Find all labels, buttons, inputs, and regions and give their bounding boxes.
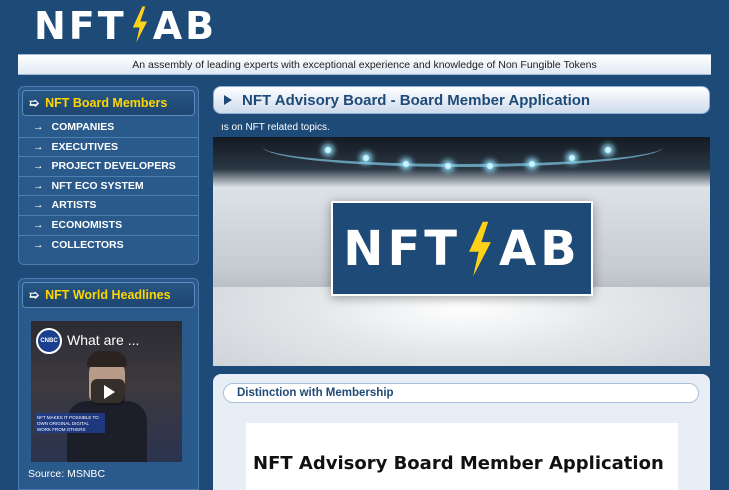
sidebar-item-label: NFT ECO SYSTEM: [51, 179, 144, 192]
arrow-right-icon: →: [33, 199, 44, 212]
play-icon[interactable]: [91, 379, 125, 405]
arrow-right-icon: →: [33, 179, 44, 192]
sidebar-item-project-developers[interactable]: → PROJECT DEVELOPERS: [19, 157, 198, 177]
banner-image: NFT AB: [213, 137, 710, 366]
sidebar-item-label: COMPANIES: [51, 121, 115, 133]
banner-logo-panel: NFT AB: [331, 201, 593, 296]
board-members-heading-text: NFT Board Members: [45, 96, 168, 110]
headlines-heading: ➯ NFT World Headlines: [22, 282, 195, 308]
arrow-right-icon: →: [33, 160, 44, 173]
lightning-bolt-icon: [469, 221, 491, 276]
sidebar-item-economists[interactable]: → ECONOMISTS: [19, 216, 198, 236]
stage-light: [403, 161, 409, 167]
board-members-panel: ➯ NFT Board Members → COMPANIES → EXECUTIVE…: [18, 86, 199, 265]
video-caption: NFT MAKES IT POSSIBLE TO OWN ORIGINAL DI…: [35, 413, 105, 433]
logo-text-right: AB: [152, 4, 218, 48]
logo-text-left: NFT: [34, 4, 127, 48]
sidebar-item-companies[interactable]: → COMPANIES: [19, 118, 198, 138]
headlines-panel: ➯ NFT World Headlines NFT MAKES IT POSSIB…: [18, 278, 199, 490]
tagline-bar: An assembly of leading experts with exce…: [18, 54, 711, 75]
video-source: Source: MSNBC: [28, 468, 106, 480]
sidebar-item-label: ARTISTS: [51, 199, 97, 212]
scrolling-marquee-text: ıs on NFT related topics.: [221, 122, 330, 133]
board-members-heading: ➯ NFT Board Members: [22, 90, 195, 116]
site-logo[interactable]: NFT AB: [34, 4, 217, 48]
headlines-heading-text: NFT World Headlines: [45, 288, 171, 302]
arrow-right-icon: →: [33, 121, 44, 133]
page-title-bar: NFT Advisory Board - Board Member Applic…: [213, 86, 710, 114]
stage-light: [325, 147, 331, 153]
stage-floor: [213, 287, 710, 366]
banner-logo: NFT AB: [333, 203, 591, 294]
banner-logo-text-right: AB: [498, 220, 581, 277]
sidebar-item-label: COLLECTORS: [51, 238, 124, 251]
tagline-text: An assembly of leading experts with exce…: [132, 59, 597, 71]
stage-light: [529, 161, 535, 167]
stage-light: [445, 163, 451, 169]
content-area: Distinction with Membership NFT Advisory…: [213, 374, 710, 490]
news-video-player[interactable]: NFT MAKES IT POSSIBLE TO OWN ORIGINAL DI…: [31, 321, 182, 462]
stage-light: [363, 155, 369, 161]
sidebar-item-collectors[interactable]: → COLLECTORS: [19, 236, 198, 256]
arrow-right-icon: →: [33, 238, 44, 251]
stage-light: [605, 147, 611, 153]
sidebar-item-artists[interactable]: → ARTISTS: [19, 196, 198, 216]
stage-ceiling-arc: [263, 137, 663, 167]
sidebar-item-nft-eco-system[interactable]: → NFT ECO SYSTEM: [19, 177, 198, 197]
arrow-right-icon: →: [33, 218, 44, 231]
triangle-right-icon: [224, 95, 232, 105]
distinction-tab[interactable]: Distinction with Membership: [223, 383, 699, 403]
sidebar-item-label: PROJECT DEVELOPERS: [51, 160, 176, 173]
page-title: NFT Advisory Board - Board Member Applic…: [242, 92, 591, 109]
arrow-right-icon: →: [33, 140, 44, 153]
application-document: NFT Advisory Board Member Application: [246, 423, 678, 490]
stage-light: [569, 155, 575, 161]
hand-pointer-icon: ➯: [29, 288, 40, 302]
stage-light: [487, 163, 493, 169]
cnbc-logo-icon: CNBC: [36, 328, 62, 354]
site-header: NFT AB: [0, 0, 729, 54]
lightning-bolt-icon: [130, 6, 149, 46]
sidebar-item-executives[interactable]: → EXECUTIVES: [19, 138, 198, 158]
hand-pointer-icon: ➯: [29, 96, 40, 110]
video-person-hair: [87, 351, 127, 367]
sidebar-item-label: EXECUTIVES: [51, 140, 119, 153]
board-members-menu: → COMPANIES → EXECUTIVES → PROJECT DEVELOPE…: [19, 118, 198, 255]
video-title[interactable]: What are ...: [67, 332, 139, 348]
document-heading: NFT Advisory Board Member Application: [253, 453, 664, 474]
sidebar-item-label: ECONOMISTS: [51, 218, 123, 231]
banner-logo-text-left: NFT: [343, 220, 461, 277]
